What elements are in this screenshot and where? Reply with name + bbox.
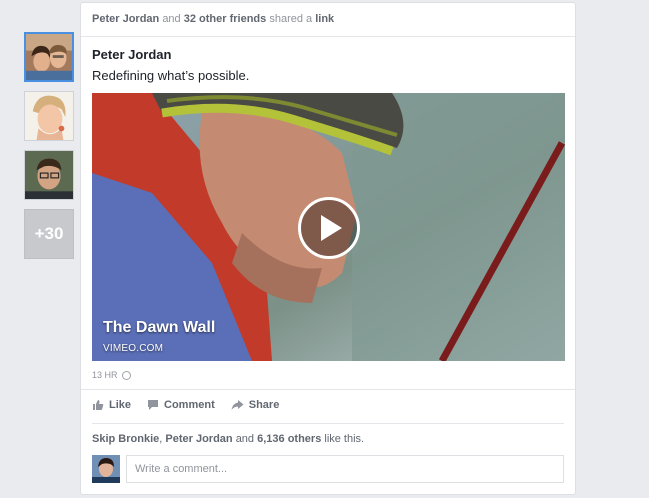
likes-summary: Skip Bronkie, Peter Jordan and 6,136 oth… xyxy=(92,433,364,445)
avatar-woman[interactable] xyxy=(24,91,74,141)
video-source: VIMEO.COM xyxy=(103,343,164,354)
likes-tail: like this. xyxy=(324,433,365,445)
liker-1[interactable]: Skip Bronkie xyxy=(92,433,159,445)
header-conj: and xyxy=(162,13,181,25)
share-label: Share xyxy=(248,399,280,411)
header-object[interactable]: link xyxy=(315,13,334,25)
action-bar: Like Comment Share xyxy=(92,399,279,411)
share-button[interactable]: Share xyxy=(231,399,280,411)
comment-label: Comment xyxy=(164,399,215,411)
globe-icon xyxy=(121,370,131,380)
header-verb: shared a xyxy=(269,13,313,25)
video-preview[interactable]: The Dawn Wall VIMEO.COM xyxy=(92,93,565,361)
comment-button[interactable]: Comment xyxy=(147,399,215,411)
post-author[interactable]: Peter Jordan xyxy=(92,47,171,62)
comment-icon xyxy=(148,400,159,410)
feed-story-card: Peter Jordan and 32 other friends shared… xyxy=(80,2,576,495)
share-icon xyxy=(231,400,244,410)
more-friends-count[interactable]: +30 xyxy=(24,209,74,259)
post-timestamp[interactable]: 13 HR xyxy=(92,370,131,380)
header-actor[interactable]: Peter Jordan xyxy=(92,13,159,25)
video-title[interactable]: The Dawn Wall xyxy=(103,319,215,337)
comment-composer xyxy=(92,455,564,483)
divider xyxy=(92,423,564,424)
friends-avatar-list: +30 xyxy=(24,32,76,268)
avatar xyxy=(92,455,120,483)
comment-input[interactable] xyxy=(126,455,564,483)
story-header: Peter Jordan and 32 other friends shared… xyxy=(81,3,575,37)
post-message: Redefining what’s possible. xyxy=(92,68,250,83)
thumbs-up-icon xyxy=(93,400,104,410)
divider xyxy=(81,389,575,390)
play-icon xyxy=(321,215,342,241)
like-label: Like xyxy=(109,399,132,411)
like-button[interactable]: Like xyxy=(92,399,131,411)
avatar-man-glasses[interactable] xyxy=(24,150,74,200)
likers-others[interactable]: 6,136 others xyxy=(257,433,321,445)
timestamp-text: 13 HR xyxy=(92,370,118,380)
liker-2[interactable]: Peter Jordan xyxy=(165,433,232,445)
play-button[interactable] xyxy=(298,197,360,259)
avatar-couple[interactable] xyxy=(24,32,74,82)
header-friends[interactable]: 32 other friends xyxy=(184,13,267,25)
likes-conj: and xyxy=(235,433,255,445)
likes-separator: , xyxy=(159,433,163,445)
